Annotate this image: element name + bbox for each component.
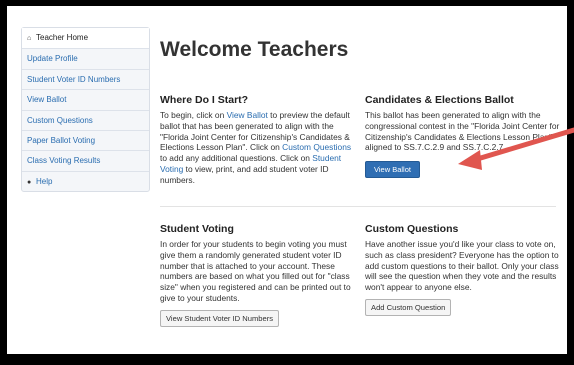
- view-ballot-button[interactable]: View Ballot: [365, 161, 420, 179]
- custom-questions-text: Have another issue you'd like your class…: [365, 239, 559, 293]
- student-voting-section: Student Voting In order for your student…: [160, 223, 356, 327]
- sidebar-item-student-voter-id[interactable]: Student Voter ID Numbers: [22, 68, 149, 89]
- sidebar-item-help[interactable]: ● Help: [22, 170, 149, 191]
- sidebar-item-class-results[interactable]: Class Voting Results: [22, 150, 149, 170]
- page-title: Welcome Teachers: [160, 38, 349, 61]
- section-heading: Student Voting: [160, 223, 234, 235]
- help-icon: ●: [27, 178, 32, 186]
- sidebar-item-update-profile[interactable]: Update Profile: [22, 48, 149, 68]
- view-student-ids-button[interactable]: View Student Voter ID Numbers: [160, 309, 280, 327]
- sidebar-item-teacher-home[interactable]: ⌂ Teacher Home: [22, 28, 149, 49]
- home-icon: ⌂: [27, 35, 32, 42]
- section-heading: Where Do I Start?: [160, 94, 249, 106]
- custom-questions-link[interactable]: Custom Questions: [282, 142, 351, 152]
- annotation-arrow-icon: [458, 127, 574, 170]
- where-to-start-section: Where Do I Start? To begin, click on Vie…: [160, 94, 356, 186]
- custom-questions-section: Custom Questions Have another issue you'…: [365, 223, 561, 316]
- sidebar-nav: ⌂ Teacher Home Update Profile Student Vot…: [21, 27, 150, 193]
- where-to-start-text: To begin, click on View Ballot to previe…: [160, 110, 352, 185]
- view-ballot-link[interactable]: View Ballot: [227, 110, 268, 120]
- sidebar-item-label: Help: [36, 176, 53, 186]
- sidebar-item-custom-questions[interactable]: Custom Questions: [22, 109, 149, 130]
- add-custom-question-button[interactable]: Add Custom Question: [365, 298, 452, 316]
- sidebar-item-paper-ballot[interactable]: Paper Ballot Voting: [22, 129, 149, 150]
- sidebar-item-label: Teacher Home: [36, 33, 89, 42]
- section-heading: Candidates & Elections Ballot: [365, 94, 514, 106]
- section-heading: Custom Questions: [365, 223, 459, 235]
- sidebar-item-view-ballot[interactable]: View Ballot: [22, 89, 149, 109]
- section-divider: [160, 206, 556, 207]
- student-voting-text: In order for your students to begin voti…: [160, 239, 351, 303]
